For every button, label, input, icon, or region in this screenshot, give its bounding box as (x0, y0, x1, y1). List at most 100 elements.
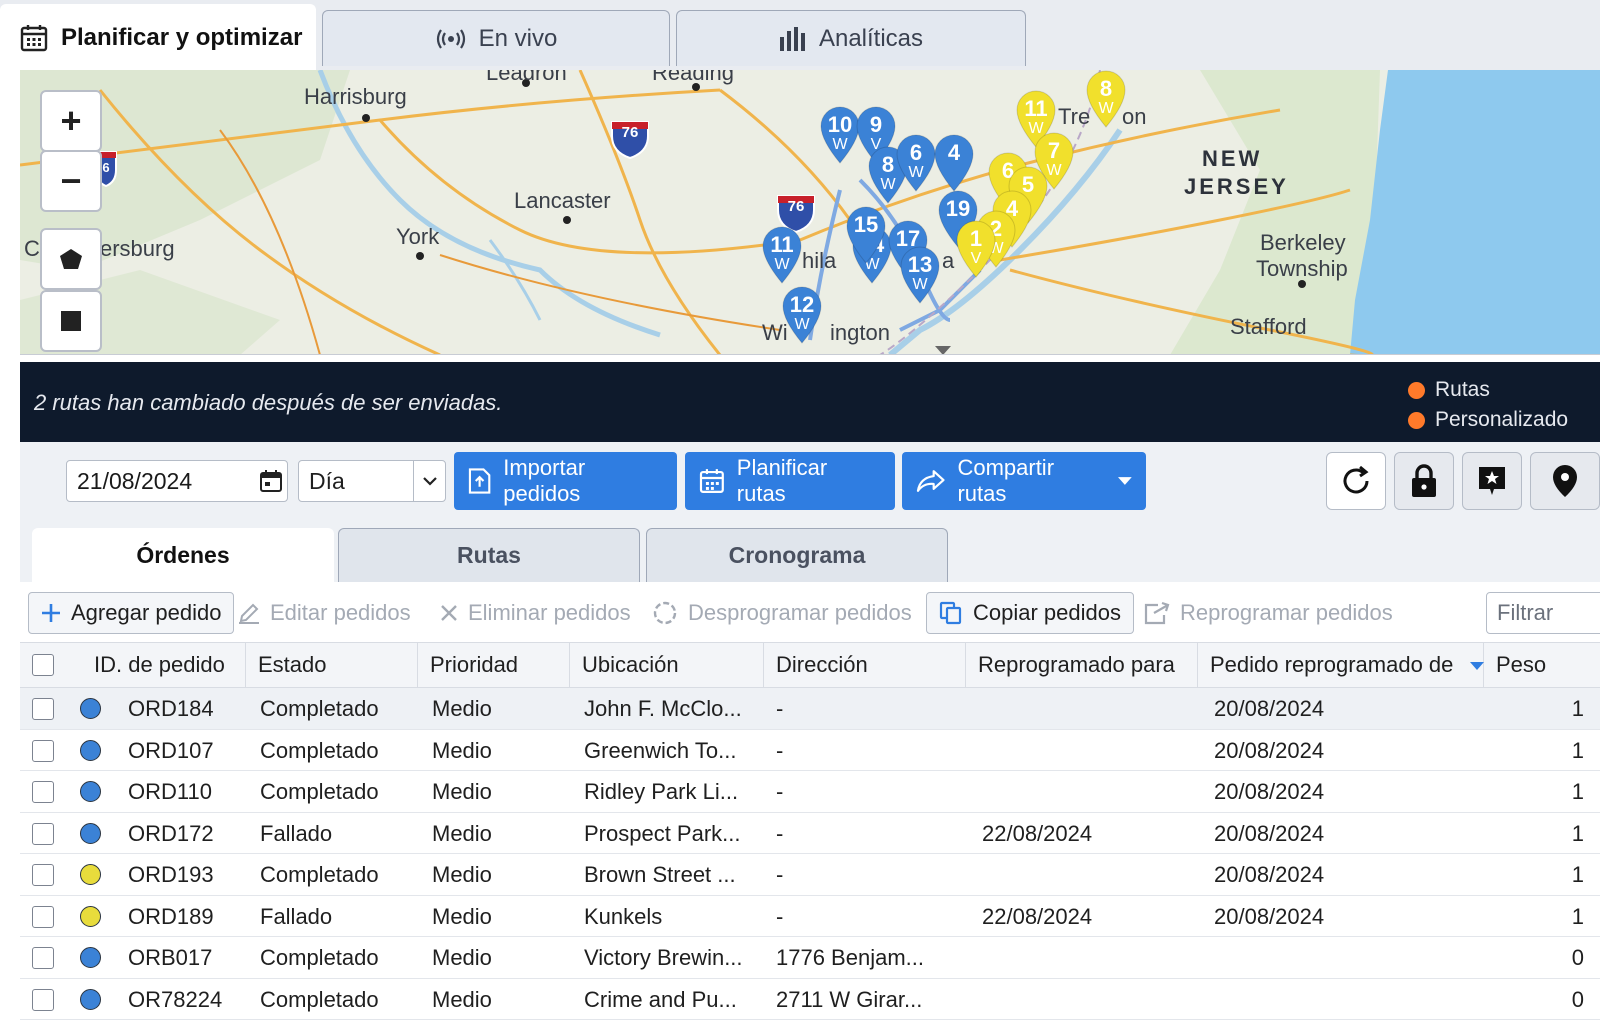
cell-prioridad: Medio (432, 696, 492, 721)
table-row[interactable]: ORD193 Completado Medio Brown Street ... - 20… (20, 854, 1600, 896)
table-row[interactable]: ORD172 Fallado Medio Prospect Park... - 22/08… (20, 812, 1600, 854)
tab-ordenes-label: Órdenes (136, 542, 230, 568)
pin-tag: W (832, 136, 848, 153)
unschedule-orders-button[interactable]: Desprogramar pedidos (652, 592, 912, 634)
table-row[interactable]: OR78224 Completado Medio Crime and Pu... 271… (20, 978, 1600, 1020)
square-icon (61, 311, 81, 331)
cell-reprogramado-de: 20/08/2024 (1214, 820, 1325, 846)
table-row[interactable]: ORB017 Completado Medio Victory Brewin... 17… (20, 937, 1600, 979)
city-label: ington (830, 320, 890, 345)
table-row[interactable]: ORD189 Fallado Medio Kunkels - 22/08/2024 20/0… (20, 895, 1600, 937)
cell-peso: 1 (1571, 779, 1584, 804)
tab-ordenes[interactable]: Órdenes (32, 528, 334, 582)
add-order-button[interactable]: Agregar pedido (28, 592, 235, 634)
dashed-circle-icon (653, 601, 677, 625)
col-header-prioridad[interactable]: Prioridad (418, 643, 570, 689)
reschedule-orders-button[interactable]: Reprogramar pedidos (1144, 592, 1393, 634)
col-header-ubicacion[interactable]: Ubicación (570, 643, 764, 689)
col-header-id[interactable]: ID. de pedido (82, 643, 246, 689)
pin-tag: W (794, 316, 810, 333)
copy-orders-button[interactable]: Copiar pedidos (926, 592, 1134, 634)
row-checkbox[interactable] (32, 781, 54, 803)
calendar-icon (699, 469, 724, 493)
period-select[interactable]: Día (298, 460, 446, 502)
row-checkbox[interactable] (32, 739, 54, 762)
col-header-reprogramado-para[interactable]: Reprogramado para (966, 643, 1198, 689)
edit-orders-label: Editar pedidos (270, 600, 411, 625)
row-checkbox[interactable] (32, 947, 54, 969)
bar-chart-icon (779, 26, 805, 51)
col-header-estado[interactable]: Estado (246, 643, 418, 689)
map-pin[interactable]: 15 (846, 206, 886, 264)
tab-cronograma-label: Cronograma (728, 542, 866, 568)
tab-en-vivo[interactable]: En vivo (322, 10, 670, 66)
lock-icon (1412, 464, 1436, 497)
zoom-in-button[interactable]: + (40, 90, 102, 152)
cell-direccion: 2711 W Girar... (776, 986, 923, 1012)
table-row[interactable]: ORD110 Completado Medio Ridley Park Li... - 2… (20, 771, 1600, 813)
delete-orders-button[interactable]: Eliminar pedidos (440, 592, 631, 634)
favorites-button[interactable] (1462, 452, 1522, 510)
map-pin[interactable]: 1V (956, 220, 996, 278)
row-checkbox[interactable] (32, 698, 54, 720)
select-all-checkbox[interactable] (32, 654, 54, 676)
row-checkbox[interactable] (32, 822, 54, 845)
table-row[interactable]: ORD184 Completado Medio John F. McClo... - 20… (20, 688, 1600, 730)
pin-number: 12 (789, 292, 815, 317)
copy-icon (939, 601, 962, 625)
lock-button[interactable] (1394, 452, 1454, 510)
tab-planificar[interactable]: Planificar y optimizar (0, 4, 316, 70)
table-body: ORD184 Completado Medio John F. McClo... - 20… (20, 688, 1600, 1020)
map-pin[interactable]: 10 W (820, 106, 860, 164)
map-pin[interactable]: 13 W (900, 246, 940, 304)
import-orders-label: Importar pedidos (503, 455, 586, 506)
col-header-direccion[interactable]: Dirección (764, 643, 966, 689)
row-checkbox[interactable] (32, 988, 54, 1011)
route-color-dot (80, 781, 101, 802)
cell-prioridad: Medio (432, 820, 492, 846)
filter-input[interactable]: Filtrar (1486, 592, 1600, 634)
col-header-peso[interactable]: Peso (1484, 643, 1600, 689)
row-checkbox[interactable] (32, 905, 54, 928)
edit-orders-button[interactable]: Editar pedidos (238, 592, 411, 634)
tab-analiticas[interactable]: Analíticas (676, 10, 1026, 66)
location-button[interactable] (1530, 452, 1600, 510)
tab-cronograma[interactable]: Cronograma (646, 528, 948, 582)
tab-rutas[interactable]: Rutas (338, 528, 640, 582)
pin-number: 15 (853, 212, 879, 237)
table-row[interactable]: ORD107 Completado Medio Greenwich To... - 20/… (20, 729, 1600, 771)
cell-direccion: - (776, 820, 784, 846)
date-value: 21/08/2024 (77, 468, 193, 494)
city-label: Harrisburg (304, 84, 407, 109)
cell-id: ORD193 (128, 862, 214, 887)
view-tabs: Órdenes Rutas Cronograma (20, 520, 1600, 582)
cell-reprogramado-de: 20/08/2024 (1214, 696, 1325, 721)
map-pin[interactable]: 4 (934, 134, 974, 192)
row-checkbox[interactable] (32, 864, 54, 886)
refresh-button[interactable] (1326, 452, 1386, 510)
share-routes-button[interactable]: Compartir rutas (902, 452, 1146, 510)
cell-ubicacion: Crime and Pu... (584, 986, 737, 1012)
col-header-reprogramado-de[interactable]: Pedido reprogramado de (1198, 643, 1484, 689)
route-map[interactable]: Leadron Reading Harrisburg Lancaster Yor… (20, 70, 1600, 355)
draw-polygon-button[interactable] (40, 228, 102, 290)
route-color-dot (80, 864, 101, 885)
cell-prioridad: Medio (432, 903, 492, 929)
legend-dot (1408, 411, 1425, 429)
draw-rectangle-button[interactable] (40, 290, 102, 352)
state-label: JERSEY (1184, 174, 1289, 199)
map-pin[interactable]: 11 W (762, 226, 802, 284)
collapse-handle-icon[interactable] (935, 346, 951, 355)
plan-routes-button[interactable]: Planificar rutas (685, 452, 895, 510)
map-pin[interactable]: 6W (896, 134, 936, 192)
map-pin[interactable]: 8W (1086, 70, 1126, 128)
city-label: a (942, 248, 955, 273)
map-pin[interactable]: 12 W (782, 286, 822, 344)
pin-number: 11 (1024, 96, 1048, 121)
banner-message: 2 rutas han cambiado después de ser envi… (34, 390, 503, 415)
import-orders-button[interactable]: Importar pedidos (454, 452, 677, 510)
zoom-out-button[interactable]: − (40, 150, 102, 212)
cell-estado: Completado (260, 737, 379, 763)
date-picker-button[interactable] (254, 460, 288, 502)
pin-number: 19 (945, 196, 971, 221)
